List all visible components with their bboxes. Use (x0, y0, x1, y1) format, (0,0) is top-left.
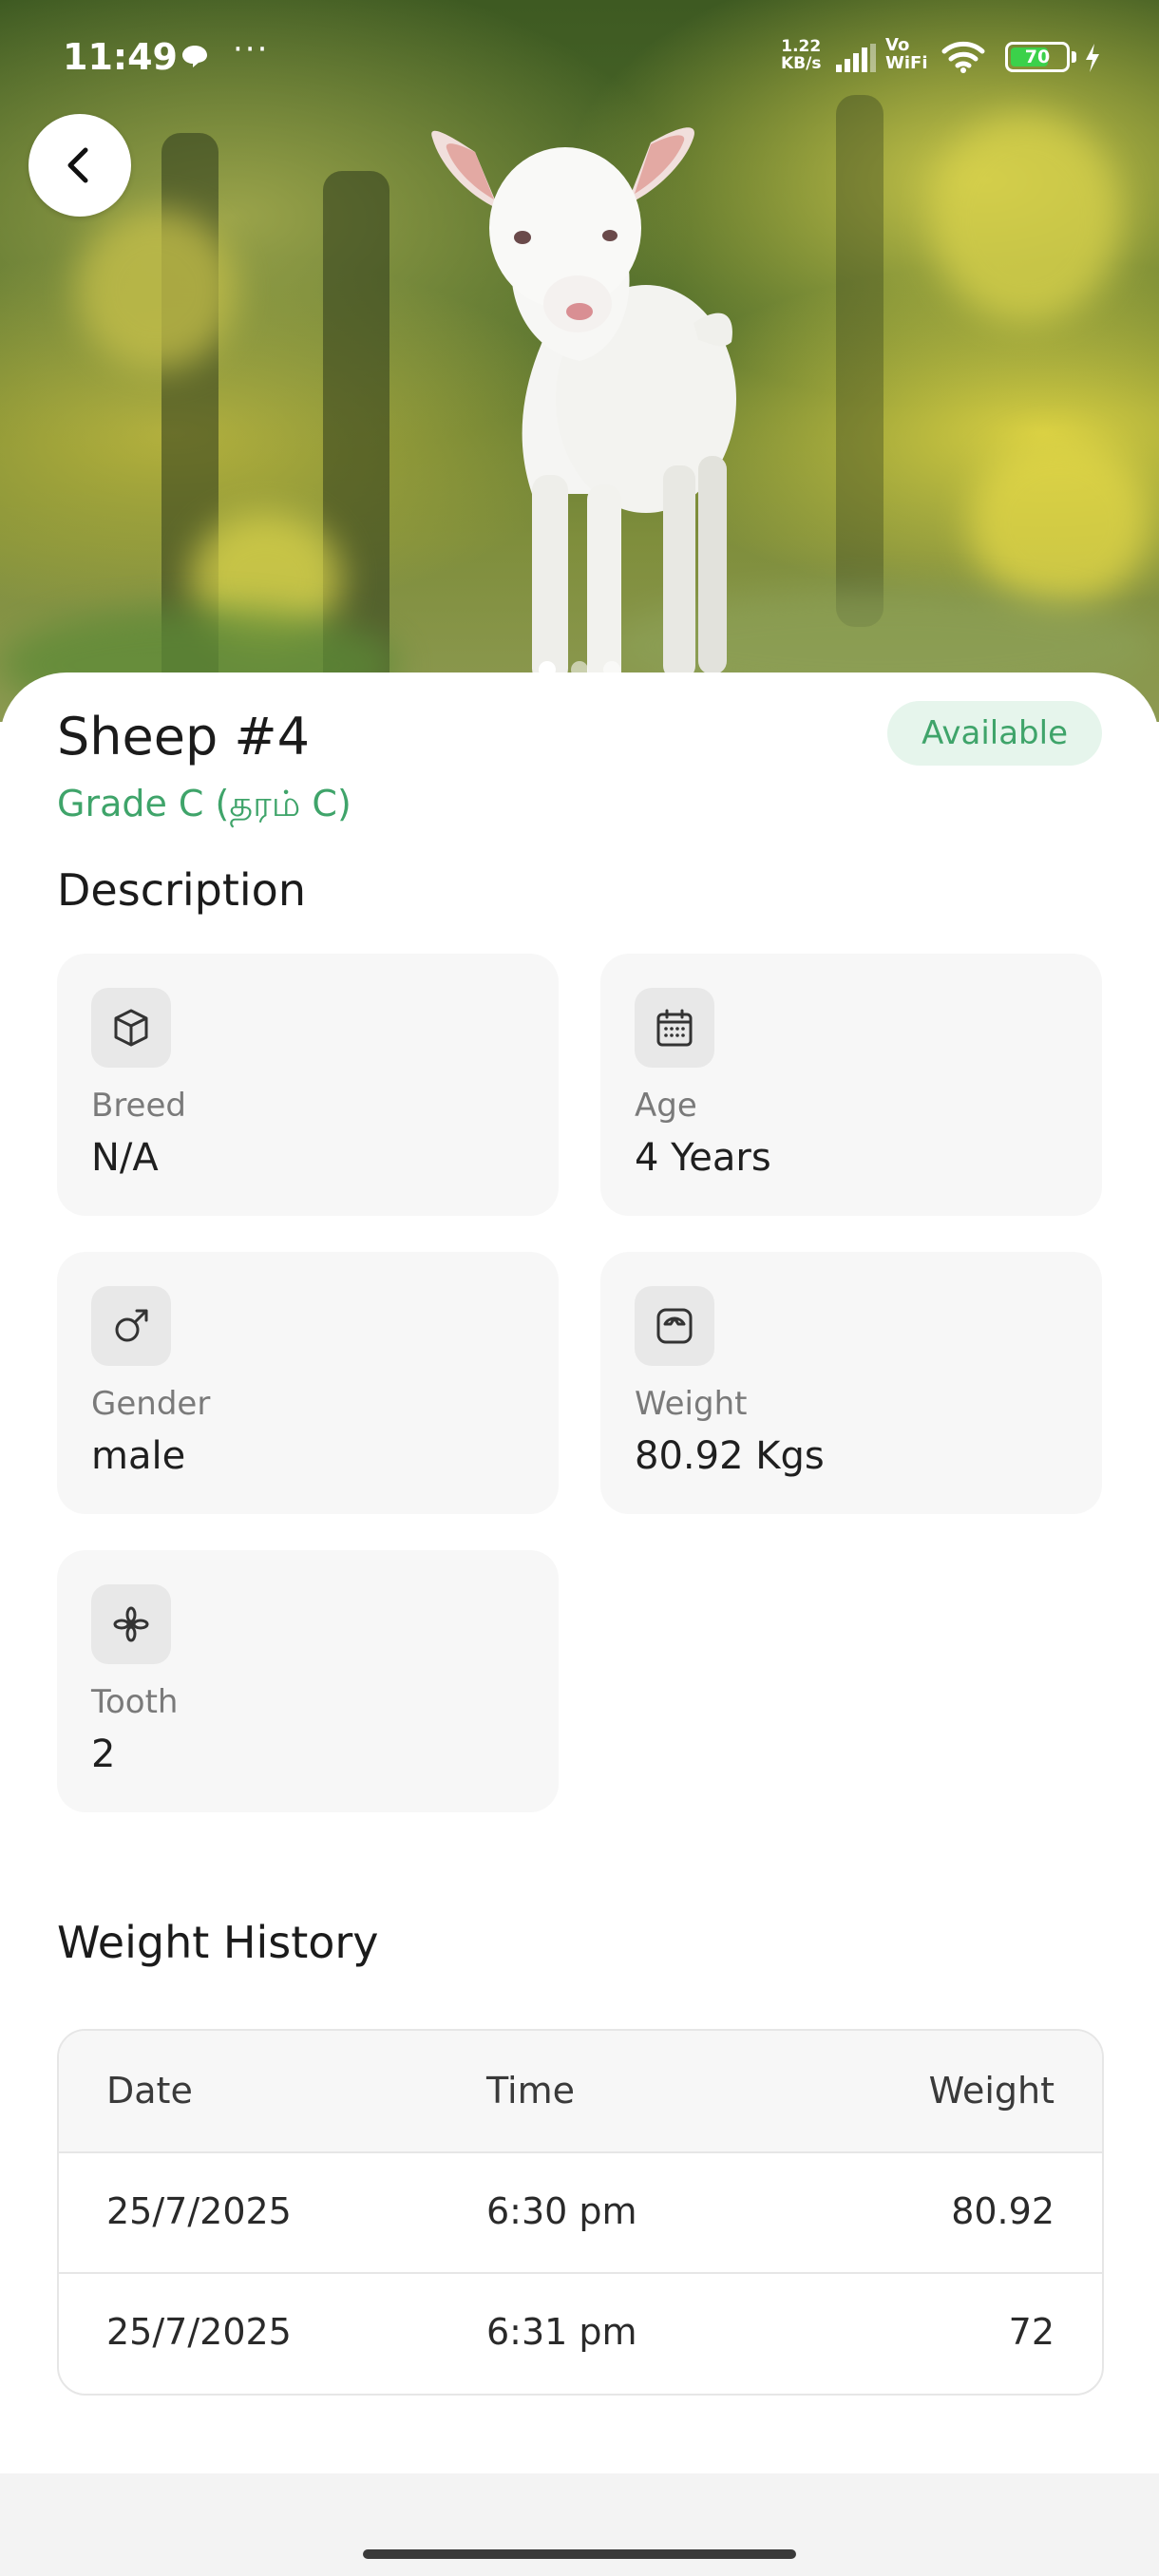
weight-value: 80.92 Kgs (635, 1434, 825, 1478)
scale-icon (635, 1286, 714, 1366)
charging-bolt-icon (1086, 44, 1099, 72)
tooth-card: Tooth 2 (57, 1550, 559, 1812)
cube-icon (91, 988, 171, 1068)
column-header-date: Date (106, 2070, 193, 2112)
tooth-icon (91, 1584, 171, 1664)
goat-image (431, 127, 736, 689)
age-value: 4 Years (635, 1136, 771, 1180)
bokeh-light (969, 437, 1150, 608)
bottom-navigation-area (0, 2473, 1159, 2576)
table-header-row: Date Time Weight (59, 2031, 1102, 2153)
column-header-time: Time (486, 2070, 575, 2112)
age-card: Age 4 Years (600, 954, 1102, 1216)
battery-icon: 70 (1005, 42, 1070, 72)
breed-value: N/A (91, 1136, 159, 1180)
table-row: 25/7/2025 6:30 pm 80.92 (59, 2151, 1102, 2274)
network-speed: 1.22 KB/s (781, 38, 821, 72)
row-weight: 72 (1008, 2311, 1054, 2353)
row-time: 6:30 pm (486, 2190, 637, 2232)
battery-cap (1072, 51, 1076, 63)
row-time: 6:31 pm (486, 2311, 637, 2353)
weight-history-table: Date Time Weight 25/7/2025 6:30 pm 80.92… (57, 2029, 1104, 2396)
gender-card: Gender male (57, 1252, 559, 1514)
animal-title: Sheep #4 (57, 707, 310, 767)
home-indicator[interactable] (363, 2549, 796, 2559)
weight-label: Weight (635, 1385, 748, 1423)
breed-card: Breed N/A (57, 954, 559, 1216)
network-speed-value: 1.22 (781, 37, 822, 56)
status-bar: 11:49 ··· 1.22 KB/s Vo WiFi 70 (0, 0, 1159, 114)
column-header-weight: Weight (928, 2070, 1054, 2112)
cellular-signal-icon (836, 44, 876, 72)
animal-photo-carousel[interactable]: 11:49 ··· 1.22 KB/s Vo WiFi 70 (0, 0, 1159, 722)
row-date: 25/7/2025 (106, 2190, 292, 2232)
age-label: Age (635, 1087, 697, 1125)
more-notifications-icon: ··· (233, 30, 270, 68)
animal-grade: Grade C (தரம் C) (57, 783, 352, 824)
row-date: 25/7/2025 (106, 2311, 292, 2353)
weight-card: Weight 80.92 Kgs (600, 1252, 1102, 1514)
tooth-value: 2 (91, 1733, 116, 1776)
vowifi-indicator: Vo WiFi (885, 36, 928, 72)
battery-percent: 70 (1024, 47, 1051, 67)
chat-notification-icon (182, 46, 207, 67)
breed-label: Breed (91, 1087, 186, 1125)
gender-value: male (91, 1434, 186, 1478)
background-tree (836, 95, 884, 627)
details-sheet: Sheep #4 Grade C (தரம் C) Available Desc… (0, 672, 1159, 2473)
calendar-icon (635, 988, 714, 1068)
male-icon (91, 1286, 171, 1366)
status-time: 11:49 (63, 36, 178, 78)
bokeh-light (76, 209, 238, 370)
tooth-label: Tooth (91, 1683, 179, 1721)
bokeh-light (931, 114, 1121, 323)
chevron-left-icon (67, 147, 88, 183)
description-heading: Description (57, 864, 306, 916)
network-speed-unit: KB/s (781, 54, 822, 73)
vowifi-bottom: WiFi (885, 53, 928, 73)
weight-history-heading: Weight History (57, 1917, 379, 1968)
status-badge: Available (887, 701, 1102, 766)
table-row: 25/7/2025 6:31 pm 72 (59, 2272, 1102, 2393)
gender-label: Gender (91, 1385, 211, 1423)
back-button[interactable] (28, 114, 131, 217)
vowifi-top: Vo (885, 35, 910, 55)
row-weight: 80.92 (951, 2190, 1054, 2232)
wifi-icon (941, 41, 985, 73)
